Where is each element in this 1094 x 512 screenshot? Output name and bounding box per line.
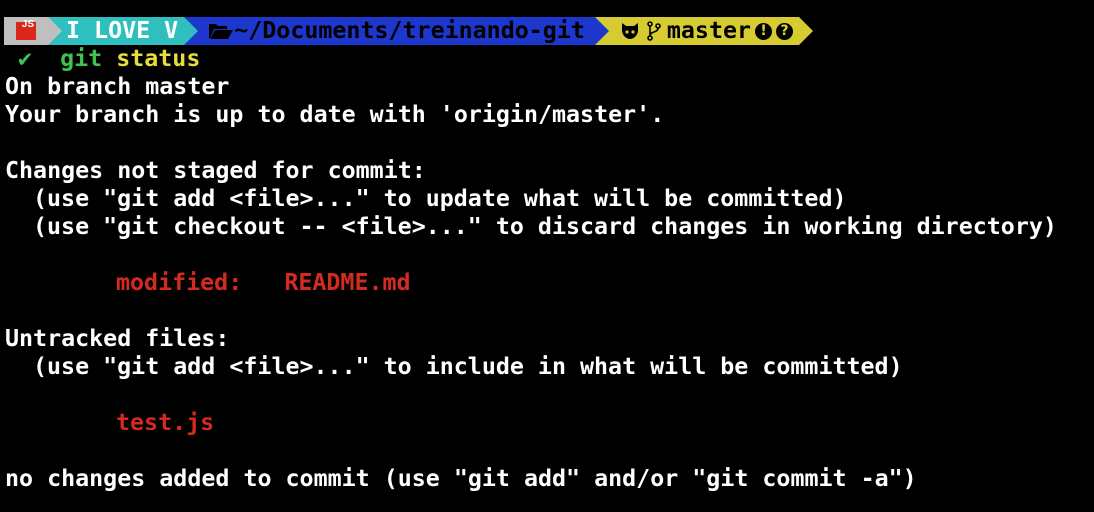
- love-segment: I LOVE V: [62, 17, 185, 45]
- output-line: Your branch is up to date with 'origin/m…: [5, 101, 665, 128]
- git-branch-icon: [647, 21, 661, 41]
- command-arg: status: [116, 45, 201, 72]
- segment-separator: [594, 17, 609, 45]
- output-line: Changes not staged for commit:: [5, 157, 426, 184]
- output-hint: (use "git checkout -- <file>..." to disc…: [33, 213, 1057, 240]
- command-line: ✔ git status: [5, 45, 1090, 73]
- powerline-prompt: JS I LOVE V ~/Documents/treinando-git ma…: [4, 17, 1090, 45]
- output-footer: no changes added to commit (use "git add…: [5, 465, 917, 492]
- output-hint: (use "git add <file>..." to update what …: [33, 185, 847, 212]
- output-hint: (use "git add <file>..." to include in w…: [33, 353, 903, 380]
- output-line: On branch master: [5, 73, 230, 100]
- terminal[interactable]: JS I LOVE V ~/Documents/treinando-git ma…: [4, 17, 1090, 493]
- branch-name: master: [666, 17, 752, 44]
- js-logo-icon: JS: [16, 19, 36, 40]
- command-name: git: [60, 45, 103, 72]
- modified-label: modified:: [116, 269, 243, 296]
- modified-file: README.md: [284, 269, 411, 296]
- output-line: Untracked files:: [5, 325, 230, 352]
- exclamation-icon: !: [755, 22, 773, 40]
- path-segment: ~/Documents/treinando-git: [198, 17, 595, 45]
- modified-file-line: modified: README.md: [5, 269, 1090, 297]
- git-segment: master ! ?: [608, 17, 800, 45]
- question-icon: ?: [776, 22, 794, 40]
- segment-separator: [799, 17, 814, 45]
- current-path: ~/Documents/treinando-git: [234, 17, 585, 44]
- checkmark-icon: ✔: [18, 45, 33, 72]
- segment-separator: [48, 17, 62, 45]
- love-text: I LOVE V: [66, 17, 179, 44]
- untracked-file: test.js: [116, 409, 215, 436]
- folder-open-icon: [209, 24, 234, 39]
- github-cat-icon: [621, 23, 638, 39]
- js-segment: JS: [4, 17, 48, 45]
- segment-separator: [184, 17, 199, 45]
